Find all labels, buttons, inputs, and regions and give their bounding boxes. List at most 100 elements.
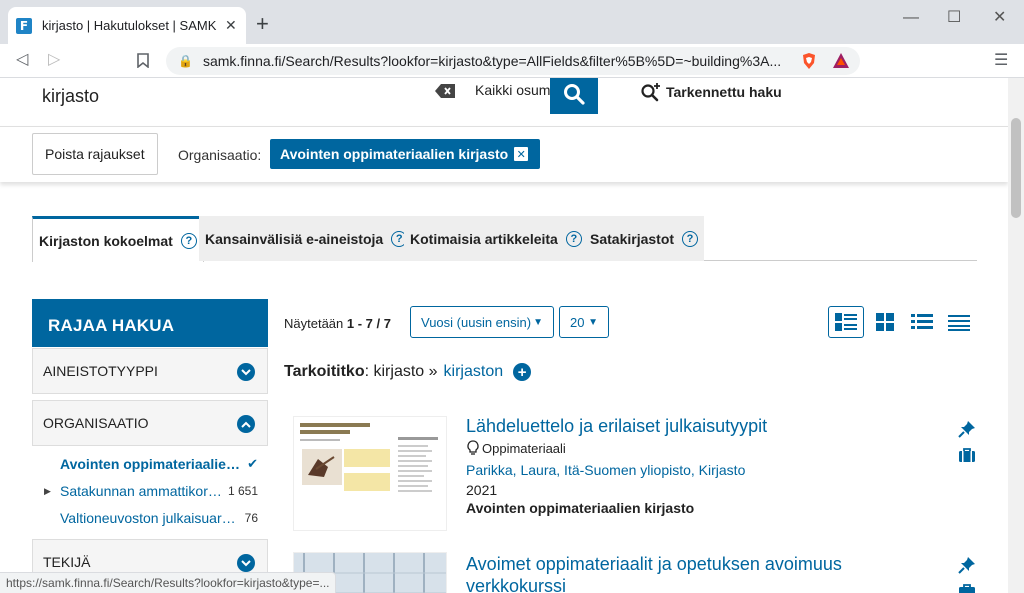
- record-organisation: Avointen oppimateriaalien kirjasto: [466, 500, 695, 516]
- compact-list-icon: [911, 314, 933, 329]
- pin-icon[interactable]: [958, 556, 976, 574]
- limit-value: 20: [570, 314, 585, 330]
- new-tab-button[interactable]: +: [256, 12, 269, 36]
- record-year: 2021: [466, 482, 498, 498]
- facet-label: AINEISTOTYYPPI: [43, 363, 158, 379]
- results-count-range: 1 - 7 / 7: [346, 316, 391, 331]
- page-scrollbar[interactable]: [1008, 78, 1024, 593]
- chevron-down-icon: [237, 554, 255, 572]
- tab-label: Kotimaisia artikkeleita: [410, 230, 558, 247]
- tab-label: Satakirjastot: [590, 230, 675, 247]
- search-bar: Kaikki osumat ⌄: [30, 78, 600, 114]
- did-you-mean-suggestion[interactable]: kirjaston: [444, 363, 504, 381]
- help-icon[interactable]: ?: [682, 230, 699, 247]
- tab-label: Kansainvälisiä e-aineistoja: [205, 230, 384, 247]
- organisation-filter-value: Avointen oppimateriaalien kirjasto: [280, 146, 509, 162]
- organisation-filter-label: Organisaatio:: [178, 147, 262, 163]
- did-you-mean-query: : kirjasto »: [364, 363, 438, 380]
- dropdown-arrow-icon: ▼: [533, 316, 543, 328]
- tab-close-icon[interactable]: ✕: [225, 17, 237, 34]
- brave-rewards-icon[interactable]: [832, 52, 850, 70]
- help-icon[interactable]: ?: [180, 232, 197, 249]
- facet-label: ORGANISAATIO: [43, 415, 149, 431]
- tab-title: kirjasto | Hakutulokset | SAMK Finna: [42, 18, 217, 33]
- advanced-search-link[interactable]: Tarkennettu haku: [640, 82, 782, 102]
- facet-aineistotyyppi[interactable]: AINEISTOTYYPPI: [32, 348, 268, 394]
- advanced-search-label: Tarkennettu haku: [666, 84, 782, 100]
- browser-toolbar: ◁ ▷ 🔒 samk.finna.fi/Search/Results?lookf…: [0, 44, 1024, 78]
- view-list-button[interactable]: [828, 306, 864, 338]
- facet-item-label: Avointen oppimateriaalien kirjasto: [60, 456, 240, 472]
- bookmark-icon[interactable]: [137, 53, 149, 68]
- brave-shield-icon[interactable]: [800, 52, 818, 70]
- record-title-link[interactable]: Lähdeluettelo ja erilaiset julkaisutyypi…: [466, 415, 916, 437]
- lightbulb-icon: [467, 440, 479, 455]
- list-view-icon: [835, 313, 857, 331]
- record-thumbnail[interactable]: [293, 416, 447, 531]
- facet-organisaatio[interactable]: ORGANISAATIO: [32, 400, 268, 446]
- refine-search-heading: RAJAA HAKUA: [32, 299, 268, 347]
- expand-triangle-icon[interactable]: ▶: [44, 486, 60, 497]
- did-you-mean-label: Tarkoititko: [284, 363, 365, 380]
- grid-view-icon: [876, 313, 894, 331]
- browser-menu-icon[interactable]: ☰: [994, 50, 1008, 70]
- record-title-link[interactable]: Avoimet oppimateriaalit ja opetuksen avo…: [466, 553, 916, 593]
- document-preview-image: [294, 417, 446, 530]
- minimize-icon[interactable]: —: [903, 8, 919, 28]
- url-text: samk.finna.fi/Search/Results?lookfor=kir…: [202, 53, 782, 69]
- sort-value: Vuosi (uusin ensin): [421, 314, 532, 330]
- facet-item-label: Satakunnan ammattikorkeakoulu: [60, 483, 222, 499]
- dropdown-arrow-icon: ▼: [588, 316, 598, 328]
- chevron-up-icon: [237, 415, 255, 433]
- facet-item-valtioneuvoston[interactable]: Valtioneuvoston julkaisuarkisto 76: [44, 510, 264, 526]
- tab-label: Kirjaston kokoelmat: [39, 232, 173, 249]
- facet-item-satakunnan[interactable]: ▶ Satakunnan ammattikorkeakoulu 1 651: [44, 483, 264, 499]
- view-condensed-button[interactable]: [941, 306, 977, 338]
- remove-filter-icon[interactable]: ✕: [514, 147, 529, 161]
- advanced-search-icon: [641, 83, 660, 102]
- close-window-icon[interactable]: ✕: [993, 8, 1006, 28]
- finna-favicon-icon: F: [16, 17, 32, 34]
- record-format: Oppimateriaali: [466, 440, 566, 456]
- view-compact-button[interactable]: [904, 306, 940, 338]
- search-icon: [564, 84, 585, 105]
- scrollbar-thumb[interactable]: [1011, 118, 1021, 218]
- briefcase-icon[interactable]: [958, 446, 976, 464]
- clear-filters-button[interactable]: Poista rajaukset: [32, 133, 158, 175]
- forward-icon[interactable]: ▷: [48, 49, 60, 71]
- results-count-prefix: Näytetään: [284, 316, 344, 331]
- facet-item-avointen[interactable]: Avointen oppimateriaalien kirjasto ✔: [44, 456, 264, 472]
- add-suggestion-icon[interactable]: +: [513, 363, 532, 381]
- browser-tab[interactable]: F kirjasto | Hakutulokset | SAMK Finna ✕: [8, 7, 246, 44]
- maximize-icon[interactable]: ☐: [947, 8, 961, 28]
- limit-select[interactable]: 20 ▼: [559, 306, 609, 338]
- status-bar-url: https://samk.finna.fi/Search/Results?loo…: [0, 572, 337, 593]
- address-bar[interactable]: 🔒 samk.finna.fi/Search/Results?lookfor=k…: [166, 47, 860, 75]
- search-button[interactable]: [550, 78, 598, 114]
- record-authors-link[interactable]: Parikka, Laura, Itä-Suomen yliopisto, Ki…: [466, 462, 745, 478]
- back-icon[interactable]: ◁: [16, 49, 28, 71]
- page-content: Kaikki osumat ⌄ Tarkennettu haku Poista …: [0, 78, 1008, 593]
- results-count: Näytetään 1 - 7 / 7: [284, 316, 391, 331]
- facet-item-count: 76: [244, 511, 258, 525]
- tab-kotimaisia-artikkeleita[interactable]: Kotimaisia artikkeleita?: [404, 216, 588, 261]
- active-filters-bar: Poista rajaukset Organisaatio: Avointen …: [0, 126, 1008, 182]
- help-icon[interactable]: ?: [565, 230, 582, 247]
- tab-kansainvalisia-e-aineistoja[interactable]: Kansainvälisiä e-aineistoja?: [199, 216, 414, 261]
- sort-select[interactable]: Vuosi (uusin ensin) ▼: [410, 306, 554, 338]
- pin-icon[interactable]: [958, 420, 976, 438]
- facet-item-label: Valtioneuvoston julkaisuarkisto: [60, 510, 242, 526]
- did-you-mean: Tarkoititko : kirjasto » kirjaston +: [284, 363, 532, 381]
- clear-search-icon[interactable]: [435, 84, 455, 98]
- chevron-down-icon: [237, 363, 255, 381]
- tab-kirjaston-kokoelmat[interactable]: Kirjaston kokoelmat?: [32, 216, 204, 262]
- tab-satakirjastot[interactable]: Satakirjastot?: [584, 216, 705, 261]
- facet-label: TEKIJÄ: [43, 554, 91, 570]
- record-format-label: Oppimateriaali: [482, 440, 566, 456]
- briefcase-icon[interactable]: [958, 582, 976, 593]
- search-input[interactable]: [30, 78, 430, 114]
- browser-titlebar: F kirjasto | Hakutulokset | SAMK Finna ✕…: [0, 0, 1024, 44]
- selected-check-icon: ✔: [247, 456, 258, 471]
- organisation-filter-chip[interactable]: Avointen oppimateriaalien kirjasto ✕: [270, 139, 541, 169]
- view-grid-button[interactable]: [867, 306, 903, 338]
